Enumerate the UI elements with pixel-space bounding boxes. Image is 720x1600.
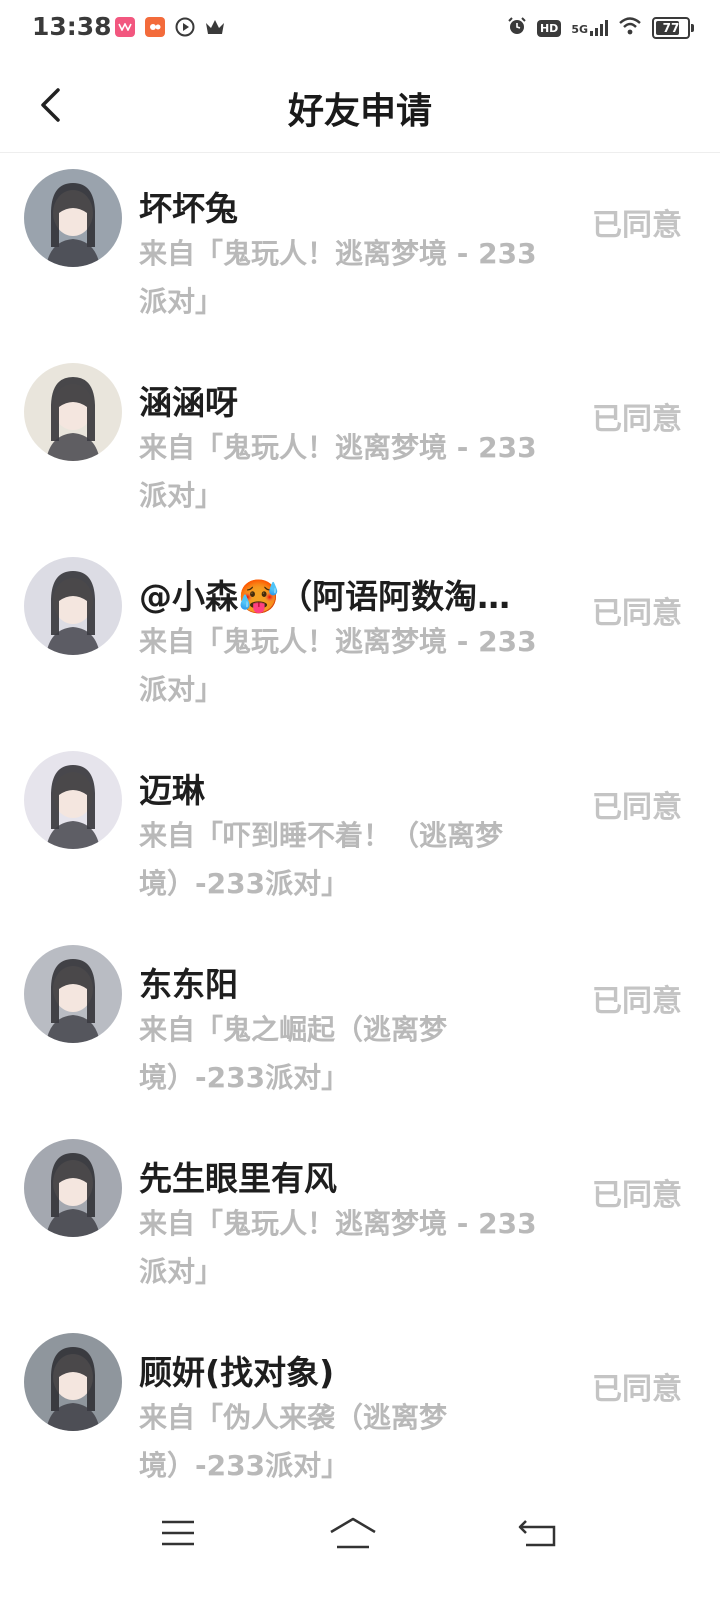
avatar[interactable] xyxy=(24,557,122,655)
system-nav-bar xyxy=(0,1490,720,1600)
friend-name: 顾妍(找对象) xyxy=(139,1353,335,1392)
home-icon xyxy=(330,1517,376,1549)
system-indicators: HD 5G 77 xyxy=(507,16,694,40)
menu-button[interactable] xyxy=(148,1508,208,1558)
avatar[interactable] xyxy=(24,945,122,1043)
friend-source: 来自「鬼玩人！逃离梦境 - 233派对」 xyxy=(139,625,537,706)
hd-icon: HD xyxy=(536,19,562,37)
signal-icon: 5G xyxy=(571,20,608,36)
back-icon xyxy=(518,1520,556,1547)
friend-request-item[interactable]: 东东阳来自「鬼之崛起（逃离梦境）-233派对」 已同意 xyxy=(0,928,720,1122)
friend-request-item[interactable]: 迈琳来自「吓到睡不着！（逃离梦境）-233派对」 已同意 xyxy=(0,734,720,928)
friend-request-item[interactable]: 涵涵呀来自「鬼玩人！逃离梦境 - 233派对」 已同意 xyxy=(0,346,720,540)
avatar-figure xyxy=(46,1153,100,1237)
notification-icons xyxy=(115,17,225,37)
status-accepted-label: 已同意 xyxy=(592,790,682,825)
friend-name: 涵涵呀 xyxy=(139,383,238,422)
friend-request-item[interactable]: @小森🥵（阿语阿数淘… 来自「鬼玩人！逃离梦境 - 233派对」 已同意 xyxy=(0,540,720,734)
friend-name: @小森🥵（阿语阿数淘… xyxy=(139,577,511,616)
friend-source: 来自「吓到睡不着！（逃离梦境）-233派对」 xyxy=(139,819,504,900)
friend-source: 来自「伪人来袭（逃离梦境）-233派对」 xyxy=(139,1401,448,1482)
menu-icon xyxy=(162,1520,194,1546)
avatar[interactable] xyxy=(24,363,122,461)
friend-source: 来自「鬼之崛起（逃离梦境）-233派对」 xyxy=(139,1013,448,1094)
friend-request-item[interactable]: 顾妍(找对象) 来自「伪人来袭（逃离梦境）-233派对」 已同意 xyxy=(0,1316,720,1510)
status-time: 13:38 xyxy=(32,12,112,41)
page-title: 好友申请 xyxy=(287,91,432,132)
play-app-icon xyxy=(175,17,195,37)
avatar-figure xyxy=(46,1347,100,1431)
crown-app-icon xyxy=(205,17,225,37)
avatar-figure xyxy=(46,571,100,655)
friend-request-list: 坏坏兔 来自「鬼玩人！逃离梦境 - 233派对」 已同意 涵涵呀 来自「鬼玩人！逃离梦境… xyxy=(0,152,720,1510)
friend-source: 来自「鬼玩人！逃离梦境 - 233派对」 xyxy=(139,237,537,318)
friend-source: 来自「鬼玩人！逃离梦境 - 233派对」 xyxy=(139,431,537,512)
avatar-figure xyxy=(46,959,100,1043)
status-accepted-label: 已同意 xyxy=(592,984,682,1019)
status-bar: 13:38 HD 5G 77 xyxy=(0,0,720,60)
nav-back-button[interactable] xyxy=(508,1508,568,1558)
avatar[interactable] xyxy=(24,169,122,267)
avatar-figure xyxy=(46,377,100,461)
avatar-figure xyxy=(46,183,100,267)
friend-name: 东东阳 xyxy=(139,965,238,1004)
friend-name: 迈琳 xyxy=(139,771,205,810)
page-header: 好友申请 xyxy=(0,60,720,153)
status-accepted-label: 已同意 xyxy=(592,596,682,631)
avatar[interactable] xyxy=(24,1139,122,1237)
shopping-app-icon xyxy=(145,17,165,37)
home-button[interactable] xyxy=(323,1508,383,1558)
avatar[interactable] xyxy=(24,751,122,849)
video-app-icon xyxy=(115,17,135,37)
friend-request-item[interactable]: 坏坏兔来自「鬼玩人！逃离梦境 - 233派对」 已同意 xyxy=(0,152,720,346)
status-accepted-label: 已同意 xyxy=(592,402,682,437)
alarm-icon xyxy=(507,16,527,40)
friend-name: 先生眼里有风 xyxy=(139,1159,337,1198)
wifi-icon xyxy=(618,17,642,39)
friend-source: 来自「鬼玩人！逃离梦境 - 233派对」 xyxy=(139,1207,537,1288)
friend-request-item[interactable]: 先生眼里有风来自「鬼玩人！逃离梦境 - 233派对」 已同意 xyxy=(0,1122,720,1316)
status-accepted-label: 已同意 xyxy=(592,208,682,243)
avatar-figure xyxy=(46,765,100,849)
status-accepted-label: 已同意 xyxy=(592,1372,682,1407)
friend-name: 坏坏兔 xyxy=(139,189,238,228)
battery-icon: 77 xyxy=(652,17,694,39)
avatar[interactable] xyxy=(24,1333,122,1431)
status-accepted-label: 已同意 xyxy=(592,1178,682,1213)
